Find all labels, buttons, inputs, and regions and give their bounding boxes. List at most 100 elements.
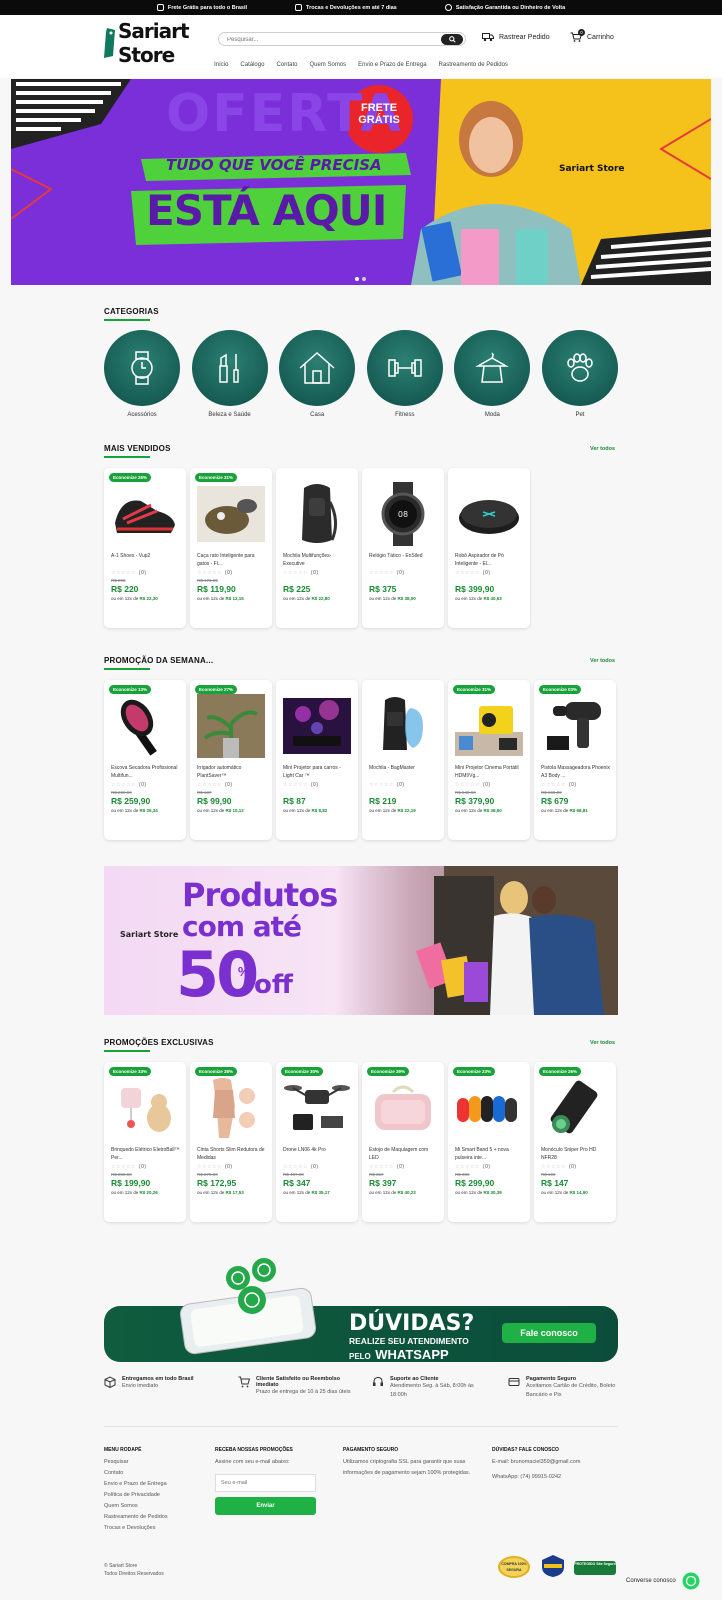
- help-whatsapp[interactable]: WhatsApp: (74) 99915-0242: [492, 1472, 580, 1483]
- footer-link-tracking[interactable]: Rastreamento de Pedidos: [104, 1512, 168, 1523]
- product-card[interactable]: Economize 03% Pistola Massageadora Phoen…: [534, 680, 616, 840]
- search-input[interactable]: [227, 35, 427, 44]
- footer-link-shipping[interactable]: Envio e Prazo de Entrega: [104, 1479, 168, 1490]
- store-logo[interactable]: Sariart Store: [104, 19, 209, 67]
- product-card[interactable]: Mochila - BagMaster ☆☆☆☆☆ (0) R$ 219 ou e…: [362, 680, 444, 840]
- product-image: [368, 1074, 438, 1142]
- category-acessorios[interactable]: Acessórios: [104, 330, 180, 418]
- box-icon: [104, 1376, 116, 1388]
- product-card[interactable]: Economize 38% Cinta Shorts Slim Redutora…: [190, 1062, 272, 1222]
- secure-badge-icon: [542, 1555, 564, 1577]
- secure-payment-title: PAGAMENTO SEGURO: [343, 1447, 399, 1453]
- rating-stars: ☆☆☆☆☆ (0): [455, 570, 491, 576]
- category-pet[interactable]: Pet: [541, 330, 618, 418]
- footer-link-privacy[interactable]: Política de Privacidade: [104, 1490, 168, 1501]
- product-card[interactable]: Economize 23% Mi Smart Band 5 + nova pul…: [448, 1062, 530, 1222]
- copyright: © Sariart Store Todos Direitos Reservado…: [104, 1563, 164, 1577]
- cart-button[interactable]: Carrinho: [570, 32, 614, 42]
- product-card[interactable]: Economize 26% Monóculo Sniper Pro HD NFR…: [534, 1062, 616, 1222]
- nav-inicio[interactable]: Início: [214, 62, 228, 68]
- category-fitness[interactable]: Fitness: [366, 330, 443, 418]
- category-beleza[interactable]: Beleza e Saúde: [191, 330, 268, 418]
- product-card[interactable]: Economize 26% A-1 Shoes - Vup2 ☆☆☆☆☆ (0) …: [104, 468, 186, 628]
- product-price: R$ 225: [283, 584, 311, 594]
- product-card[interactable]: Robô Aspirador de Pó Inteligente - El...…: [448, 468, 530, 628]
- product-card[interactable]: Mini Projetor para carros - Light Car ™ …: [276, 680, 358, 840]
- product-card[interactable]: 08 Relógio Tático - EnSiled ☆☆☆☆☆ (0) R$ …: [362, 468, 444, 628]
- old-price: R$ 299: [111, 578, 126, 583]
- promo-banner-50off[interactable]: Sariart Store Produtos com até 50 % off: [104, 866, 618, 1015]
- newsletter-email-input[interactable]: [215, 1474, 316, 1492]
- product-card[interactable]: Economize 13% Escova Secadora Profission…: [104, 680, 186, 840]
- newsletter-text: Assine com seu e-mail abaixo:: [215, 1459, 290, 1465]
- nav-contato[interactable]: Contato: [276, 62, 297, 68]
- product-price: R$ 172,95: [197, 1178, 237, 1188]
- exclusive-promo-see-all[interactable]: Ver todos: [590, 1040, 615, 1046]
- product-card[interactable]: Economize 33% Brinquedo Elétrico EletroB…: [104, 1062, 186, 1222]
- product-card[interactable]: Economize 39% Estojo de Maquiagem com LE…: [362, 1062, 444, 1222]
- rating-stars: ☆☆☆☆☆ (0): [369, 1164, 405, 1170]
- nav-quem-somos[interactable]: Quem Somos: [309, 62, 346, 68]
- cart-count-badge: 0: [578, 29, 585, 36]
- rating-stars: ☆☆☆☆☆ (0): [111, 1164, 147, 1170]
- track-order-button[interactable]: Rastrear Pedido: [482, 32, 550, 42]
- footer-link-search[interactable]: Pesquisar: [104, 1457, 168, 1468]
- hero-dot-2[interactable]: [362, 277, 366, 281]
- weekly-promo-see-all[interactable]: Ver todos: [590, 658, 615, 664]
- newsletter-submit-button[interactable]: Enviar: [215, 1497, 316, 1515]
- review-count: (0): [568, 1164, 577, 1170]
- footer-link-returns[interactable]: Trocas e Devoluções: [104, 1523, 168, 1534]
- installment-text: ou em 12x de R$ 38,50: [455, 808, 502, 813]
- product-image: [282, 480, 352, 548]
- review-count: (0): [310, 1164, 319, 1170]
- product-image: [282, 1074, 352, 1142]
- hero-dot-1[interactable]: [355, 277, 359, 281]
- chat-widget[interactable]: Converse conosco: [626, 1572, 700, 1590]
- phone-whatsapp-art: [179, 1258, 317, 1355]
- product-card[interactable]: Economize 31% Mini Projetor Cinema Portá…: [448, 680, 530, 840]
- footer-menu: Pesquisar Contato Envio e Prazo de Entre…: [104, 1457, 168, 1534]
- product-image: [540, 1074, 610, 1142]
- installment-text: ou em 12x de R$ 14,90: [541, 1190, 588, 1195]
- massage-gun-icon: [547, 702, 601, 750]
- old-price: R$ 199: [541, 1172, 556, 1177]
- help-email[interactable]: E-mail: brunomaciel359@gmail.com: [492, 1457, 580, 1468]
- review-count: (0): [396, 570, 405, 576]
- hero-banner[interactable]: OFERTA FRETE GRÁTIS TUDO QUE VOCÊ PRECIS…: [11, 79, 711, 285]
- product-price: R$ 199,90: [111, 1178, 151, 1188]
- product-name: Escova Secadora Profissional Multifun...: [111, 765, 178, 779]
- footer-link-about[interactable]: Quem Somos: [104, 1501, 168, 1512]
- rating-stars: ☆☆☆☆☆ (0): [369, 782, 405, 788]
- category-moda[interactable]: Moda: [454, 330, 531, 418]
- product-price: R$ 99,90: [197, 796, 232, 806]
- nav-envio[interactable]: Envio e Prazo de Entrega: [358, 62, 426, 68]
- banner2-off: off: [254, 970, 293, 1000]
- chat-label: Converse conosco: [626, 1578, 676, 1584]
- rating-stars: ☆☆☆☆☆ (0): [111, 570, 147, 576]
- best-sellers-see-all[interactable]: Ver todos: [590, 446, 615, 452]
- announcement-returns: Trocas e Devoluções em até 7 dias: [295, 4, 397, 11]
- talk-to-us-button[interactable]: Fale conosco: [502, 1323, 596, 1343]
- product-price: R$ 147: [541, 1178, 569, 1188]
- product-card[interactable]: Economize 31% Caça rato Inteligente para…: [190, 468, 272, 628]
- product-price: R$ 399,90: [455, 584, 495, 594]
- product-card[interactable]: Economize 30% Drone LN06 4k Pro ☆☆☆☆☆ (0)…: [276, 1062, 358, 1222]
- search-button[interactable]: [441, 34, 463, 45]
- hero-headline-1: TUDO QUE VOCÊ PRECISA: [166, 156, 382, 174]
- discount-badge: Economize 27%: [195, 685, 238, 694]
- product-name: Irrigador automático PlantSaver™: [197, 765, 242, 779]
- rating-stars: ☆☆☆☆☆ (0): [197, 570, 233, 576]
- whatsapp-icon: [682, 1572, 700, 1590]
- nav-rastreamento[interactable]: Rastreamento de Pedidos: [439, 62, 508, 68]
- nav-catalogo[interactable]: Catálogo: [240, 62, 264, 68]
- old-price: R$ 173,90: [197, 578, 218, 583]
- cta-title: DÚVIDAS?: [349, 1311, 475, 1336]
- cta-subtitle: REALIZE SEU ATENDIMENTO: [349, 1336, 469, 1346]
- review-count: (0): [310, 782, 319, 788]
- installment-text: ou em 12x de R$ 20,26: [111, 1190, 158, 1195]
- product-card[interactable]: Mochila Multifunções- Executive ☆☆☆☆☆ (0)…: [276, 468, 358, 628]
- footer-link-contact[interactable]: Contato: [104, 1468, 168, 1479]
- category-casa[interactable]: Casa: [279, 330, 356, 418]
- best-sellers-title: MAIS VENDIDOS: [104, 444, 171, 453]
- product-card[interactable]: Economize 27% Irrigador automático Plant…: [190, 680, 272, 840]
